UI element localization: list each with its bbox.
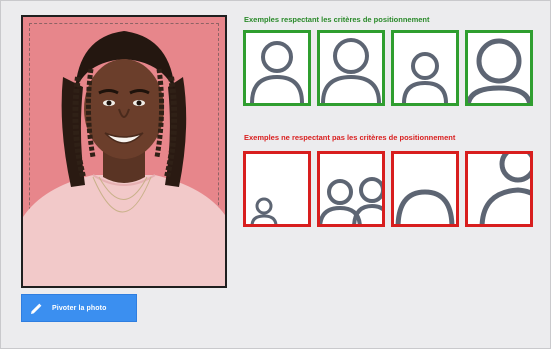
bad-example-2: [317, 151, 385, 227]
bad-examples-title: Exemples ne respectant pas les critères …: [244, 133, 456, 142]
photo-positioning-panel: Pivoter la photo Exemples respectant les…: [0, 0, 551, 349]
good-examples-title: Exemples respectant les critères de posi…: [244, 15, 430, 24]
bad-example-4: [465, 151, 533, 227]
rotate-photo-label: Pivoter la photo: [52, 304, 107, 312]
pencil-icon: [30, 302, 42, 314]
bad-examples-row: [243, 151, 533, 227]
person-silhouette-icon: [395, 189, 455, 224]
good-example-3: [391, 30, 459, 106]
portrait-image: [23, 31, 225, 286]
person-silhouette-icon: [402, 52, 448, 103]
person-silhouette-icon: [250, 41, 304, 103]
good-example-1: [243, 30, 311, 106]
rotate-photo-button[interactable]: Pivoter la photo: [21, 294, 137, 322]
bad-example-1: [243, 151, 311, 227]
bad-example-3: [391, 151, 459, 227]
two-people-icon: [320, 177, 382, 224]
uploaded-photo: [21, 15, 227, 288]
good-example-4: [465, 30, 533, 106]
person-silhouette-icon: [250, 197, 278, 224]
good-example-2: [317, 30, 385, 106]
good-examples-row: [243, 30, 533, 106]
person-silhouette-icon: [479, 154, 530, 224]
person-silhouette-icon: [468, 38, 530, 103]
person-silhouette-icon: [321, 38, 381, 103]
